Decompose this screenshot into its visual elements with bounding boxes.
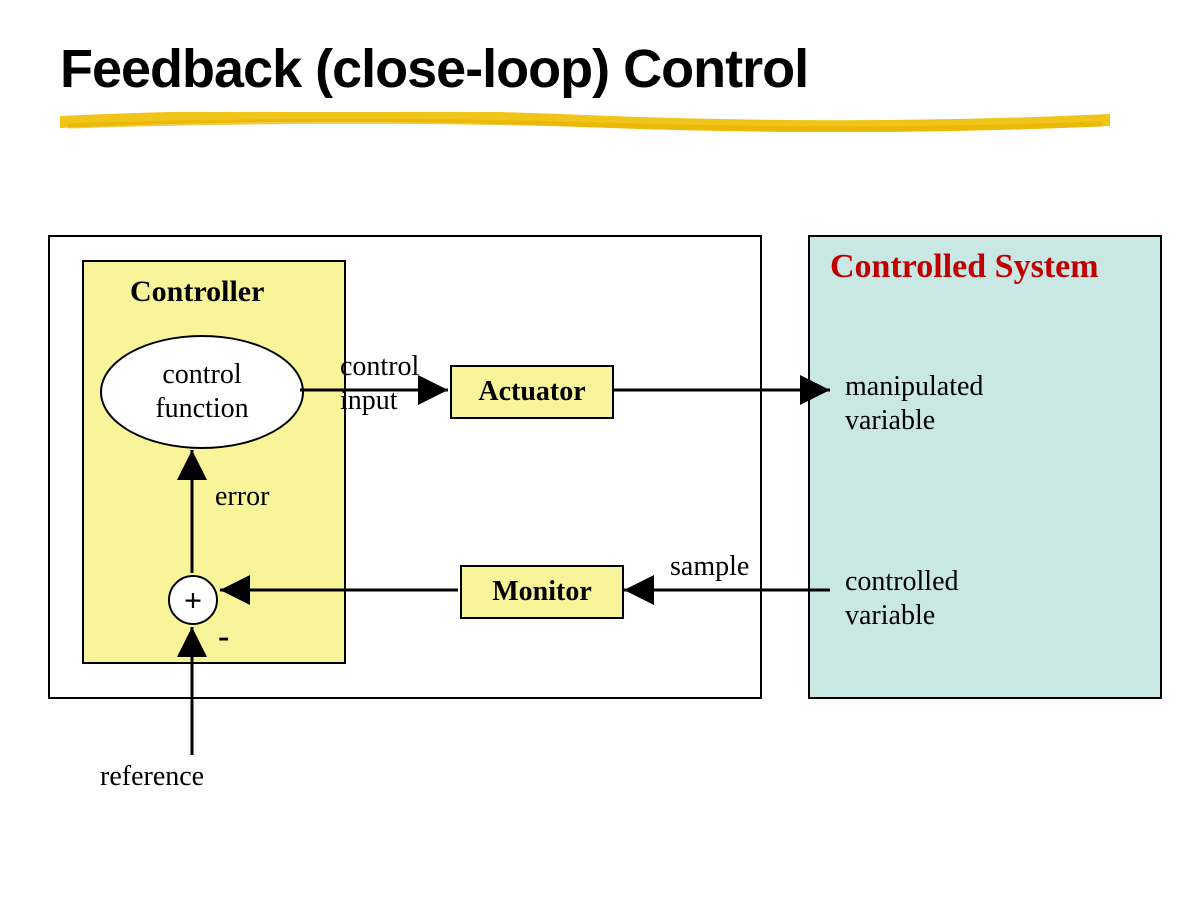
label-manip-1: manipulated: [845, 371, 983, 402]
label-control-input-2: input: [340, 385, 398, 416]
label-ctrl-2: variable: [845, 600, 935, 631]
ellipse-line1: control: [162, 358, 241, 392]
slide-title: Feedback (close-loop) Control: [60, 38, 808, 100]
title-underline: [60, 112, 1110, 132]
label-manip-2: variable: [845, 405, 935, 436]
label-manipulated-variable: manipulated variable: [845, 370, 983, 437]
label-controlled-variable: controlled variable: [845, 565, 959, 632]
actuator-box: Actuator: [450, 365, 614, 419]
summing-junction: +: [168, 575, 218, 625]
controlled-system-title: Controlled System: [830, 248, 1099, 286]
label-reference: reference: [100, 760, 204, 794]
label-ctrl-1: controlled: [845, 566, 959, 597]
label-error: error: [215, 480, 269, 514]
minus-label: -: [218, 618, 229, 656]
ellipse-line2: function: [155, 392, 248, 426]
label-sample: sample: [670, 550, 749, 584]
label-control-input: control input: [340, 350, 419, 417]
controller-title: Controller: [130, 275, 264, 309]
monitor-box: Monitor: [460, 565, 624, 619]
label-control-input-1: control: [340, 351, 419, 382]
control-function-node: control function: [100, 335, 304, 449]
